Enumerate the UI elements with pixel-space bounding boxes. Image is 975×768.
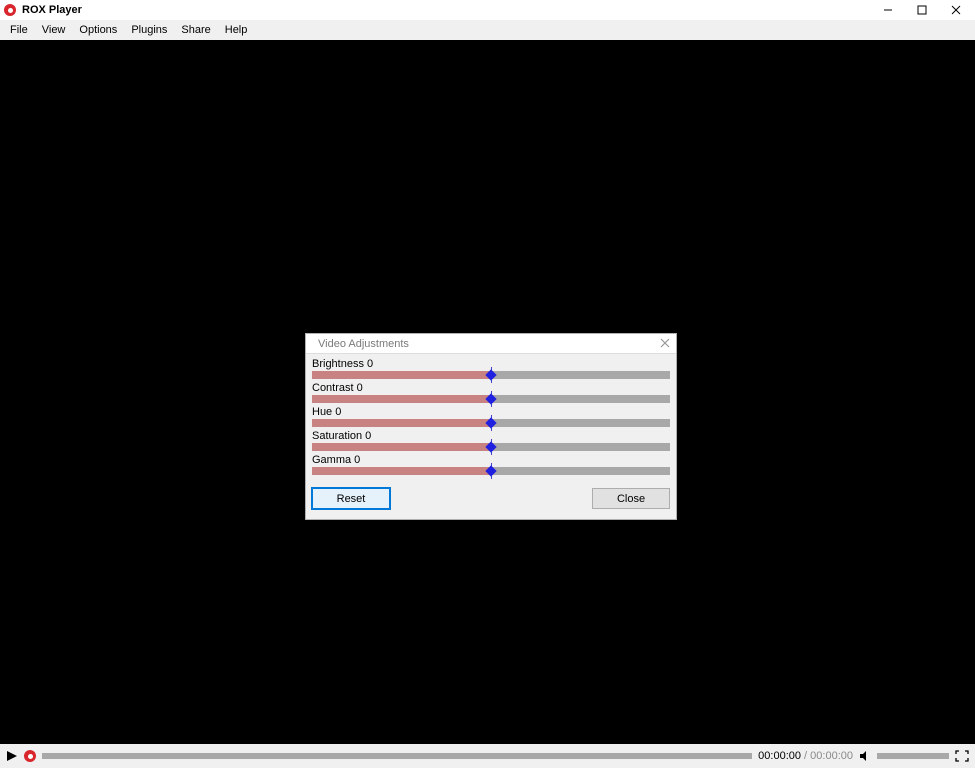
- app-icon: [4, 4, 16, 16]
- contrast-row: Contrast 0: [312, 382, 670, 403]
- play-button[interactable]: [6, 750, 18, 762]
- close-button-dialog[interactable]: Close: [592, 488, 670, 509]
- volume-slider[interactable]: [877, 753, 949, 759]
- menu-share[interactable]: Share: [175, 22, 216, 38]
- record-icon[interactable]: [24, 750, 36, 762]
- saturation-label: Saturation: [312, 430, 362, 442]
- menu-bar: File View Options Plugins Share Help: [0, 20, 975, 40]
- gamma-label: Gamma: [312, 454, 351, 466]
- dialog-title: Video Adjustments: [318, 338, 409, 350]
- saturation-slider[interactable]: [312, 443, 670, 451]
- minimize-button[interactable]: [881, 3, 895, 17]
- dialog-close-button[interactable]: [660, 336, 670, 351]
- brightness-label: Brightness: [312, 358, 364, 370]
- brightness-row: Brightness 0: [312, 358, 670, 379]
- time-display: 00:00:00 / 00:00:00: [758, 750, 853, 762]
- video-area[interactable]: Video Adjustments Brightness 0 Contrast: [0, 40, 975, 744]
- app-title: ROX Player: [22, 4, 82, 16]
- contrast-label: Contrast: [312, 382, 354, 394]
- hue-value: 0: [335, 406, 341, 418]
- maximize-button[interactable]: [915, 3, 929, 17]
- brightness-value: 0: [367, 358, 373, 370]
- hue-slider[interactable]: [312, 419, 670, 427]
- gamma-row: Gamma 0: [312, 454, 670, 475]
- seek-slider[interactable]: [42, 753, 752, 759]
- current-time: 00:00:00: [758, 750, 801, 762]
- menu-plugins[interactable]: Plugins: [125, 22, 173, 38]
- hue-row: Hue 0: [312, 406, 670, 427]
- saturation-value: 0: [365, 430, 371, 442]
- menu-file[interactable]: File: [4, 22, 34, 38]
- dialog-titlebar[interactable]: Video Adjustments: [306, 334, 676, 354]
- volume-icon[interactable]: [859, 750, 871, 762]
- window-titlebar: ROX Player: [0, 0, 975, 20]
- gamma-slider[interactable]: [312, 467, 670, 475]
- menu-options[interactable]: Options: [73, 22, 123, 38]
- saturation-row: Saturation 0: [312, 430, 670, 451]
- reset-button[interactable]: Reset: [312, 488, 390, 509]
- total-time: 00:00:00: [810, 750, 853, 762]
- hue-label: Hue: [312, 406, 332, 418]
- playback-bar: 00:00:00 / 00:00:00: [0, 744, 975, 768]
- video-adjustments-dialog: Video Adjustments Brightness 0 Contrast: [305, 333, 677, 520]
- fullscreen-button[interactable]: [955, 750, 969, 762]
- menu-view[interactable]: View: [36, 22, 72, 38]
- contrast-value: 0: [357, 382, 363, 394]
- close-button[interactable]: [949, 3, 963, 17]
- gamma-value: 0: [354, 454, 360, 466]
- contrast-slider[interactable]: [312, 395, 670, 403]
- brightness-slider[interactable]: [312, 371, 670, 379]
- menu-help[interactable]: Help: [219, 22, 254, 38]
